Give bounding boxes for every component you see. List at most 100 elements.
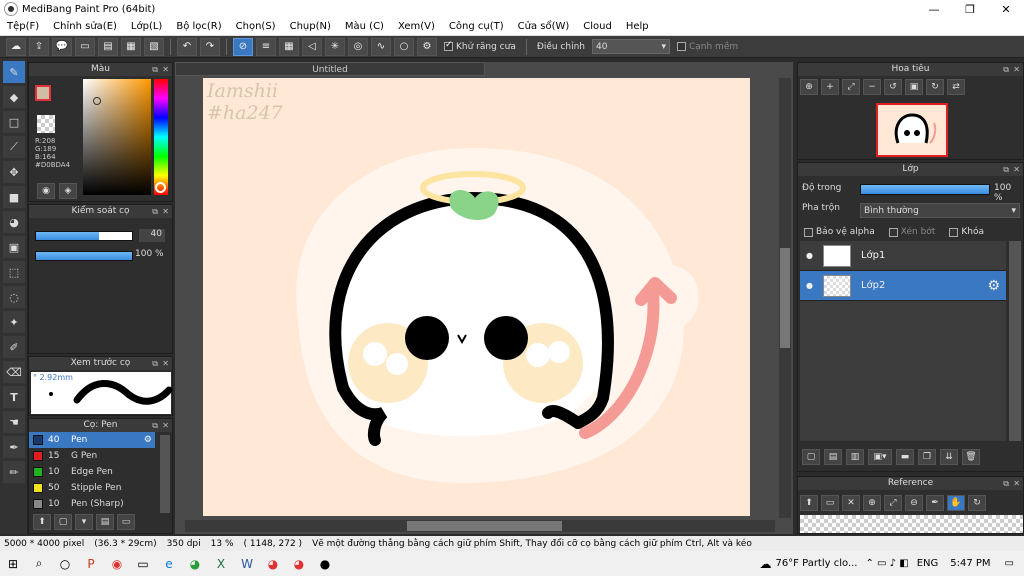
clipping-toggle[interactable]: Xén bớt — [888, 227, 935, 237]
close-icon[interactable]: ✕ — [162, 357, 169, 370]
rotate-left-icon[interactable]: ↺ — [884, 79, 902, 95]
hand-icon[interactable]: ✋ — [947, 495, 965, 511]
fill-shape-tool-icon[interactable]: ■ — [3, 186, 25, 208]
windows-start-icon[interactable]: ⊞ — [0, 554, 26, 574]
menu-tools[interactable]: Công cụ(T) — [442, 21, 511, 32]
new-layer-icon[interactable]: ▢ — [802, 449, 820, 465]
chrome-icon[interactable]: ◕ — [182, 554, 208, 574]
brush-menu-icon[interactable]: ▾ — [75, 514, 93, 530]
popout-icon[interactable]: ⧉ — [1003, 477, 1009, 490]
monitor-icon[interactable]: ▭ — [130, 554, 156, 574]
horizontal-scrollbar[interactable] — [185, 520, 775, 532]
bucket-tool-icon[interactable]: ◕ — [3, 211, 25, 233]
menu-layer[interactable]: Lớp(L) — [124, 21, 169, 32]
comment-icon[interactable]: ▭ — [75, 37, 95, 56]
menu-edit[interactable]: Chỉnh sửa(E) — [46, 21, 124, 32]
close-icon[interactable]: ✕ — [1013, 63, 1020, 76]
weather-text[interactable]: 76°F Partly clo... — [775, 558, 857, 569]
weather-icon[interactable]: ☁ — [759, 557, 771, 571]
zoom-in-icon[interactable]: + — [821, 79, 839, 95]
text-tool-icon[interactable]: T — [3, 386, 25, 408]
menu-view[interactable]: Xem(V) — [391, 21, 442, 32]
radial-snap-icon[interactable]: ✳ — [325, 37, 345, 56]
popout-icon[interactable]: ⧉ — [152, 63, 158, 76]
popout-icon[interactable]: ⧉ — [152, 419, 158, 432]
popout-icon[interactable]: ⧉ — [1003, 163, 1009, 176]
protect-alpha-checkbox[interactable] — [804, 227, 813, 237]
layer-settings-gear-icon[interactable]: ⚙ — [987, 278, 1000, 294]
document-tab[interactable]: Untitled — [175, 62, 485, 76]
transparent-swatch[interactable] — [37, 115, 55, 133]
menu-color[interactable]: Màu (C) — [338, 21, 391, 32]
brush-tool-icon[interactable]: ✎ — [3, 61, 25, 83]
zoom-in-icon[interactable]: ⊕ — [863, 495, 881, 511]
popout-icon[interactable]: ⧉ — [1003, 63, 1009, 76]
maximize-button[interactable]: ❐ — [952, 0, 988, 18]
duplicate-layer-icon[interactable]: ❐ — [918, 449, 936, 465]
menu-help[interactable]: Help — [619, 21, 656, 32]
antialias-toggle[interactable]: Khử răng cưa — [444, 40, 516, 52]
brush-list-item[interactable]: 10 Pen (Sharp) — [29, 496, 155, 512]
medibang-icon[interactable]: ● — [312, 554, 338, 574]
minimize-button[interactable]: — — [916, 0, 952, 18]
chrome-icon[interactable]: ◕ — [260, 554, 286, 574]
eraser-tool-icon[interactable]: ◆ — [3, 86, 25, 108]
redo-button[interactable]: ↷ — [200, 37, 220, 56]
brush-list-item[interactable]: 40 Pen ⚙ — [29, 432, 155, 448]
fit-icon[interactable]: ⤢ — [884, 495, 902, 511]
concentric-snap-icon[interactable]: ◎ — [348, 37, 368, 56]
eyedropper-tool-icon[interactable]: ✒ — [3, 436, 25, 458]
pen-tool-icon[interactable]: ✏ — [3, 461, 25, 483]
system-tray-icons[interactable]: ⌃ ▭ ♪ ◧ — [865, 558, 908, 569]
color-picker-icon[interactable]: ◈ — [59, 183, 77, 199]
speech-bubble-icon[interactable]: 💬 — [52, 37, 72, 56]
word-icon[interactable]: W — [234, 554, 260, 574]
rotate-icon[interactable]: ↻ — [968, 495, 986, 511]
upload-icon[interactable]: ⬆ — [800, 495, 818, 511]
chrome-icon[interactable]: ◕ — [286, 554, 312, 574]
eyedropper-icon[interactable]: ✒ — [926, 495, 944, 511]
layer-folder-icon[interactable]: ▬ — [896, 449, 914, 465]
menu-window[interactable]: Cửa sổ(W) — [511, 21, 577, 32]
grid-snap-icon[interactable]: ▦ — [279, 37, 299, 56]
menu-cloud[interactable]: Cloud — [576, 21, 619, 32]
settings-snap-icon[interactable]: ⚙ — [417, 37, 437, 56]
perspective-snap-icon[interactable]: ◁ — [302, 37, 322, 56]
popout-icon[interactable]: ⧉ — [152, 357, 158, 370]
circle-snap-icon[interactable]: ○ — [394, 37, 414, 56]
dot-tool-icon[interactable]: ⟋ — [3, 136, 25, 158]
flip-icon[interactable]: ⇄ — [947, 79, 965, 95]
select-rect-tool-icon[interactable]: ⬚ — [3, 261, 25, 283]
parallel-snap-icon[interactable]: ≡ — [256, 37, 276, 56]
zoom-out-icon[interactable]: ⊖ — [905, 495, 923, 511]
add-layer-menu-icon[interactable]: ▣▾ — [868, 449, 892, 465]
hue-slider-handle[interactable] — [155, 182, 166, 193]
cloud-icon[interactable]: ☁ — [6, 37, 26, 56]
brush-size-value[interactable]: 40 — [139, 229, 165, 242]
layer-row[interactable]: ● Lớp1 — [800, 241, 1006, 271]
new-1bit-layer-icon[interactable]: ▥ — [846, 449, 864, 465]
excel-icon[interactable]: X — [208, 554, 234, 574]
clipping-checkbox[interactable] — [888, 227, 898, 237]
close-button[interactable]: ✕ — [988, 0, 1024, 18]
zoom-fit-icon[interactable]: ⊕ — [800, 79, 818, 95]
vertical-scrollbar-thumb[interactable] — [780, 248, 790, 348]
lasso-tool-icon[interactable]: ◌ — [3, 286, 25, 308]
brush-settings-gear-icon[interactable]: ⚙ — [144, 435, 152, 445]
hand-tool-icon[interactable]: ☚ — [3, 411, 25, 433]
close-icon[interactable]: ✕ — [1013, 477, 1020, 490]
layer-opacity-slider[interactable] — [860, 184, 990, 195]
rotate-right-icon[interactable]: ↻ — [926, 79, 944, 95]
panel-icon[interactable]: ▤ — [98, 37, 118, 56]
menu-file[interactable]: Tệp(F) — [0, 21, 46, 32]
task-view-icon[interactable]: ○ — [52, 554, 78, 574]
saturation-value-field[interactable] — [83, 79, 151, 195]
grid-panel-icon[interactable]: ▦ — [121, 37, 141, 56]
lock-checkbox[interactable] — [949, 227, 959, 237]
brush-settings-icon[interactable]: ▤ — [96, 514, 114, 530]
rectangle-tool-icon[interactable]: □ — [3, 111, 25, 133]
gradient-tool-icon[interactable]: ▣ — [3, 236, 25, 258]
language-indicator[interactable]: ENG — [917, 558, 939, 569]
menu-filter[interactable]: Bộ lọc(R) — [169, 21, 228, 32]
magic-wand-tool-icon[interactable]: ✦ — [3, 311, 25, 333]
